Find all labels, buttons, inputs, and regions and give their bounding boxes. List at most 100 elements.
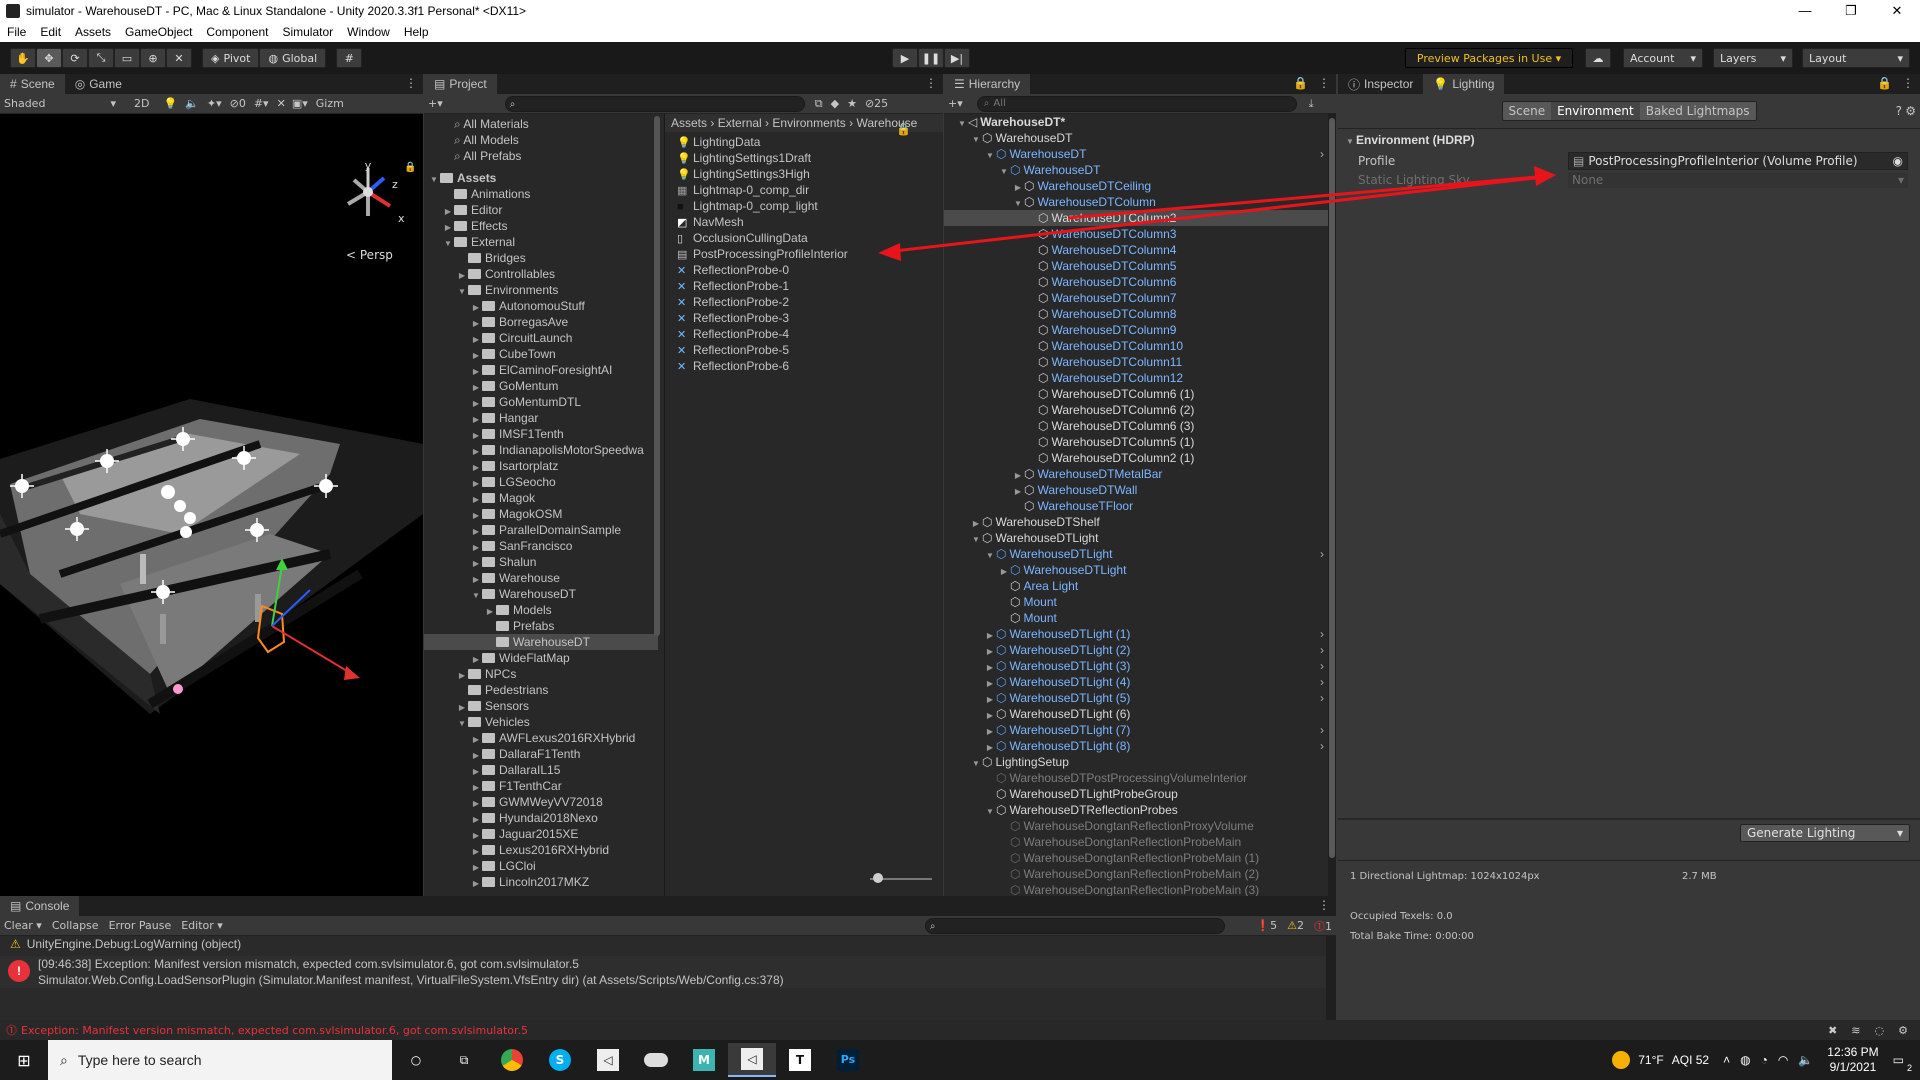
air-quality[interactable]: AQI 52	[1672, 1053, 1709, 1067]
folder-item[interactable]: ▶ Hangar	[424, 410, 658, 426]
asset-item[interactable]: ▦ Lightmap-0_comp_dir	[677, 182, 943, 198]
chevron-right-icon[interactable]: ›	[1320, 642, 1324, 658]
triangle-right-icon[interactable]: ▶	[470, 748, 482, 762]
triangle-down-icon[interactable]: ▼	[956, 116, 968, 130]
favorite-star-icon[interactable]: ★	[847, 97, 857, 110]
chevron-right-icon[interactable]: ›	[1320, 738, 1324, 754]
info-count-toggle[interactable]: ❗5	[1256, 919, 1277, 932]
hand-tool-icon[interactable]: ✋	[10, 48, 36, 68]
hierarchy-item[interactable]: ▶ ⬡ WarehouseDTLight (7) ›	[944, 722, 1328, 738]
folder-item[interactable]: ▶ Controllables	[424, 266, 658, 282]
chevron-right-icon[interactable]: ›	[1320, 674, 1324, 690]
triangle-right-icon[interactable]: ▶	[456, 268, 468, 282]
folder-item[interactable]: ▶ Isartorplatz	[424, 458, 658, 474]
triangle-right-icon[interactable]: ▶	[470, 476, 482, 490]
triangle-right-icon[interactable]: ▶	[484, 604, 496, 618]
favorite-item[interactable]: ⌕ All Prefabs	[454, 148, 658, 164]
log-entry-error[interactable]: ! [09:46:38] Exception: Manifest version…	[0, 956, 1336, 988]
hierarchy-search-input[interactable]: ⌕ All	[976, 95, 1297, 112]
lock-icon[interactable]: 🔒	[404, 161, 416, 173]
scroll-thumb[interactable]	[1329, 118, 1335, 858]
cache-icon[interactable]: ◌	[1875, 1024, 1885, 1037]
asset-item[interactable]: 💡 LightingSettings1Draft	[677, 150, 943, 166]
hierarchy-item[interactable]: ⬡ Area Light	[944, 578, 1328, 594]
environment-foldout[interactable]: ▼ Environment (HDRP)	[1338, 129, 1920, 151]
hierarchy-scrollbar[interactable]	[1328, 114, 1336, 896]
hierarchy-item[interactable]: ⬡ WarehouseDTColumn6 (2)	[944, 402, 1328, 418]
gizmos-dropdown[interactable]: Gizm	[316, 97, 344, 110]
folder-item[interactable]: ▶ AWFLexus2016RXHybrid	[424, 730, 658, 746]
hierarchy-item[interactable]: ▼ ⬡ WarehouseDTColumn	[944, 194, 1328, 210]
console-scrollbar[interactable]	[1326, 936, 1336, 1020]
asset-item[interactable]: ✕ ReflectionProbe-1	[677, 278, 943, 294]
folder-item[interactable]: ▶ WideFlatMap	[424, 650, 658, 666]
close-button[interactable]: ✕	[1874, 3, 1920, 19]
folder-item[interactable]: ▶ LGSeocho	[424, 474, 658, 490]
audio-toggle-icon[interactable]: 🔈	[185, 97, 199, 110]
global-toggle[interactable]: ◍ Global	[259, 48, 327, 68]
folder-item[interactable]: ▶ Lexus2016RXHybrid	[424, 842, 658, 858]
mode-2d-toggle[interactable]: 2D	[134, 97, 149, 110]
folder-item[interactable]: ▶ Editor	[424, 202, 658, 218]
hierarchy-item[interactable]: ⬡ WarehouseDTColumn9	[944, 322, 1328, 338]
triangle-right-icon[interactable]: ▶	[470, 348, 482, 362]
cortana-icon[interactable]: ○	[392, 1043, 440, 1077]
scene-visibility-icon[interactable]: ⤓	[1309, 97, 1314, 111]
task-view-icon[interactable]: ⧉	[440, 1043, 488, 1077]
triangle-right-icon[interactable]: ▶	[470, 492, 482, 506]
triangle-down-icon[interactable]: ▼	[984, 804, 996, 818]
layout-dropdown[interactable]: Layout ▾	[1802, 48, 1910, 68]
folder-item[interactable]: ▼ WarehouseDT	[424, 586, 658, 602]
simulator-app-icon[interactable]	[632, 1043, 680, 1077]
tab-inspector[interactable]: ⓘ Inspector	[1338, 74, 1423, 94]
hierarchy-item[interactable]: ⬡ WarehouseDTColumn4	[944, 242, 1328, 258]
triangle-right-icon[interactable]: ▶	[998, 564, 1010, 578]
folder-item[interactable]: ▶ AutonomouStuff	[424, 298, 658, 314]
asset-item[interactable]: ✕ ReflectionProbe-3	[677, 310, 943, 326]
hierarchy-item[interactable]: ▶ ⬡ WarehouseDTLight (2) ›	[944, 642, 1328, 658]
tab-lighting[interactable]: 💡 Lighting	[1423, 74, 1505, 94]
folder-item[interactable]: ▶ CircuitLaunch	[424, 330, 658, 346]
triangle-right-icon[interactable]: ▶	[1012, 180, 1024, 194]
scale-tool-icon[interactable]: ⤡	[88, 48, 114, 68]
folder-item[interactable]: ▶ Hyundai2018Nexo	[424, 810, 658, 826]
weather-temp[interactable]: 71°F	[1638, 1053, 1663, 1067]
hierarchy-item[interactable]: ▶ ⬡ WarehouseDTLight	[944, 562, 1328, 578]
hierarchy-item[interactable]: ▶ ⬡ WarehouseDTCeiling	[944, 178, 1328, 194]
console-search-input[interactable]: ⌕	[924, 917, 1225, 934]
hierarchy-item[interactable]: ▶ ⬡ WarehouseDTLight (3) ›	[944, 658, 1328, 674]
collapse-toggle[interactable]: Collapse	[52, 919, 99, 932]
lock-icon[interactable]: 🔒	[896, 122, 911, 136]
triangle-right-icon[interactable]: ▶	[470, 444, 482, 458]
menu-simulator[interactable]: Simulator	[275, 25, 340, 39]
chevron-right-icon[interactable]: ›	[1320, 658, 1324, 674]
hierarchy-item[interactable]: ▼ ⬡ WarehouseDT ›	[944, 146, 1328, 162]
asset-item[interactable]: ✕ ReflectionProbe-2	[677, 294, 943, 310]
breadcrumb-item[interactable]: Assets	[671, 116, 707, 130]
asset-item[interactable]: ✕ ReflectionProbe-4	[677, 326, 943, 342]
volume-icon[interactable]: 🔈	[1798, 1053, 1813, 1067]
debug-icon[interactable]: ✖	[1828, 1024, 1837, 1037]
skype-icon[interactable]: S	[536, 1043, 584, 1077]
chrome-icon[interactable]	[488, 1043, 536, 1077]
create-object-button[interactable]: +▾	[948, 97, 963, 110]
hierarchy-item[interactable]: ▶ ⬡ WarehouseDTShelf	[944, 514, 1328, 530]
triangle-down-icon[interactable]: ▼	[998, 164, 1010, 178]
folder-item[interactable]: ▶ ParallelDomainSample	[424, 522, 658, 538]
folder-item[interactable]: ▶ LGCloi	[424, 858, 658, 874]
triangle-right-icon[interactable]: ▶	[984, 708, 996, 722]
project-search-input[interactable]: ⌕	[504, 95, 805, 112]
more-options-icon[interactable]: ⋮	[1902, 76, 1914, 90]
status-message[interactable]: Exception: Manifest version mismatch, ex…	[21, 1024, 528, 1037]
folder-item[interactable]: ▶ MagokOSM	[424, 506, 658, 522]
hierarchy-item[interactable]: ⬡ WarehouseDongtanReflectionProbeMain (2)	[944, 866, 1328, 882]
folder-item[interactable]: ▶ DallaraF1Tenth	[424, 746, 658, 762]
folder-item[interactable]: ▶ GWMWeyVV72018	[424, 794, 658, 810]
folder-item[interactable]: ▶ Lincoln2017MKZ	[424, 874, 658, 890]
asset-item[interactable]: 💡 LightingData	[677, 134, 943, 150]
layers-dropdown[interactable]: Layers ▾	[1713, 48, 1793, 68]
hierarchy-item[interactable]: ▼ ⬡ WarehouseDTReflectionProbes	[944, 802, 1328, 818]
hierarchy-item[interactable]: ⬡ WarehouseDTLightProbeGroup	[944, 786, 1328, 802]
triangle-right-icon[interactable]: ▶	[456, 700, 468, 714]
folder-item[interactable]: ▶ Shalun	[424, 554, 658, 570]
